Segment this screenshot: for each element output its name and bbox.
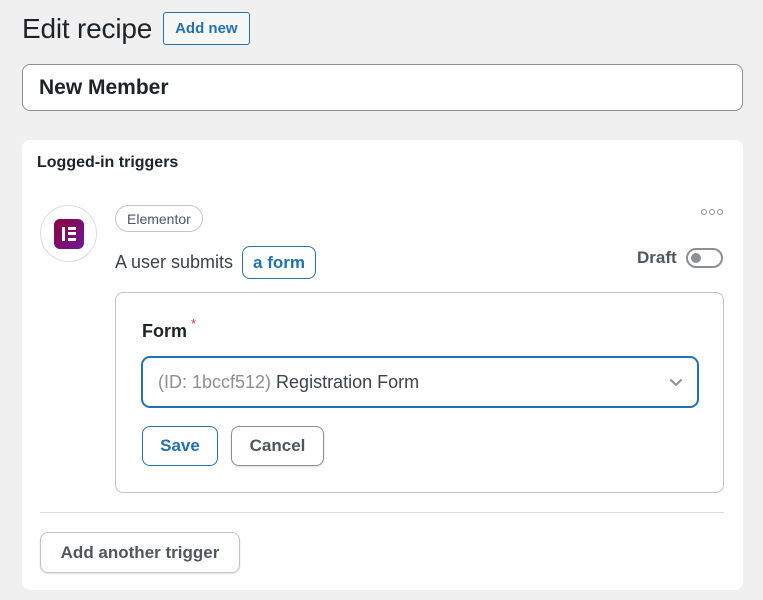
divider	[40, 512, 724, 513]
form-select-value: Registration Form	[276, 371, 420, 392]
chevron-down-icon	[670, 379, 682, 386]
elementor-logo-icon	[53, 218, 84, 249]
recipe-title-input[interactable]	[22, 64, 743, 111]
required-mark: *	[191, 316, 197, 331]
status-label: Draft	[637, 248, 677, 267]
panel-title: Logged-in triggers	[37, 154, 179, 171]
triggers-panel: Logged-in triggers Elementor A user subm…	[22, 140, 743, 590]
trigger-fields: Form * (ID: 1bccf512) Registration Form …	[115, 292, 724, 493]
trigger-status: Draft	[637, 248, 723, 268]
form-select-id: (ID: 1bccf512)	[158, 371, 272, 392]
cancel-button[interactable]: Cancel	[231, 426, 324, 466]
sentence-text: A user submits	[115, 252, 234, 272]
page-header: Edit recipe Add new	[22, 12, 250, 45]
sentence-token-form[interactable]: a form	[242, 246, 317, 279]
save-button[interactable]: Save	[142, 426, 218, 466]
integration-tag: Elementor	[115, 205, 203, 232]
status-toggle[interactable]	[685, 248, 723, 268]
add-new-button[interactable]: Add new	[163, 12, 250, 45]
toggle-knob	[690, 253, 701, 263]
form-field-label: Form	[142, 321, 187, 341]
form-select[interactable]: (ID: 1bccf512) Registration Form	[142, 357, 698, 407]
trigger-sentence: A user submits a form	[115, 246, 317, 279]
ellipsis-icon[interactable]	[701, 209, 723, 215]
page-title: Edit recipe	[22, 12, 153, 44]
integration-avatar	[40, 205, 97, 262]
add-another-trigger-button[interactable]: Add another trigger	[40, 532, 240, 573]
